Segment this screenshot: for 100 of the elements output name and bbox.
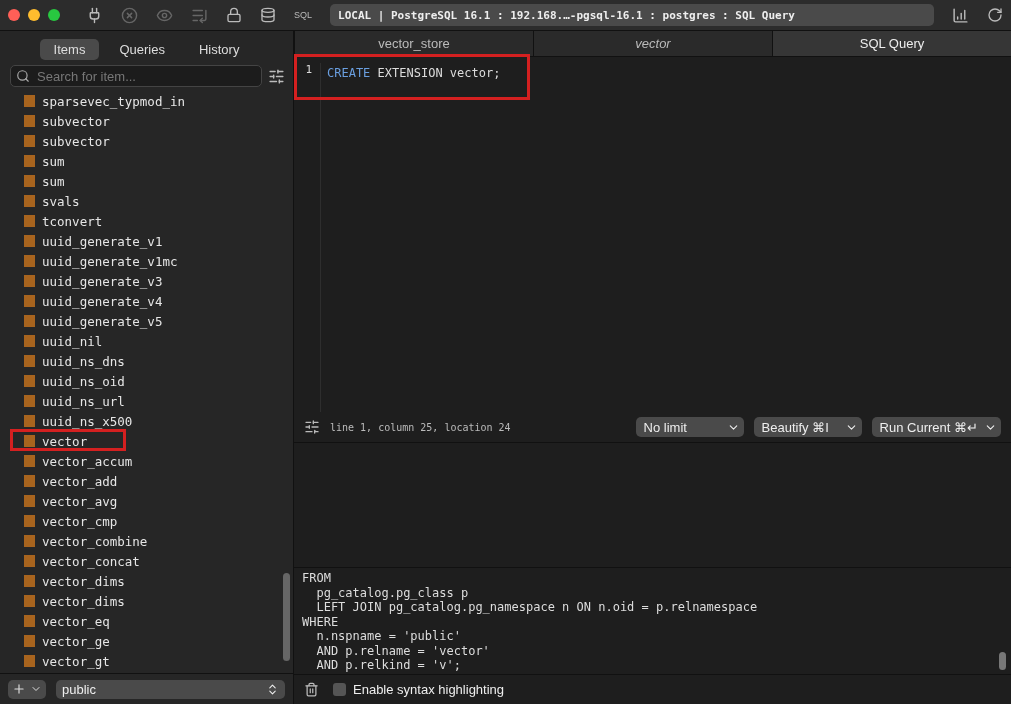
function-icon [24, 575, 35, 587]
function-item[interactable]: sum [10, 171, 281, 191]
function-item[interactable]: vector_gt [10, 651, 281, 671]
function-item[interactable]: vector_dims [10, 571, 281, 591]
trash-icon[interactable] [304, 682, 319, 697]
function-icon [24, 255, 35, 267]
function-item[interactable]: uuid_generate_v1 [10, 231, 281, 251]
function-icon [24, 335, 35, 347]
function-icon [24, 275, 35, 287]
line-number: 1 [304, 63, 313, 78]
function-icon [24, 595, 35, 607]
function-item[interactable]: uuid_nil [10, 331, 281, 351]
refresh-icon[interactable] [987, 7, 1003, 23]
function-icon [24, 435, 35, 447]
function-icon [24, 355, 35, 367]
function-icon [24, 295, 35, 307]
sql-label[interactable]: SQL [294, 10, 312, 20]
function-icon [24, 215, 35, 227]
function-icon [24, 415, 35, 427]
function-item[interactable]: uuid_ns_x500 [10, 411, 281, 431]
function-item[interactable]: uuid_ns_oid [10, 371, 281, 391]
log-line: LEFT JOIN pg_catalog.pg_namespace n ON n.oid = p.relnamespace [315, 600, 759, 615]
scrollbar-thumb[interactable] [283, 573, 290, 661]
function-item[interactable]: subvector [10, 111, 281, 131]
function-icon [24, 375, 35, 387]
function-item[interactable]: uuid_generate_v1mc [10, 251, 281, 271]
function-item[interactable]: vector [10, 431, 281, 451]
chart-icon[interactable] [952, 6, 969, 24]
connection-title: LOCAL | PostgreSQL 16.1 : 192.168.…-pgsql-16.1 : postgres : SQL Query [330, 4, 934, 26]
function-item[interactable]: vector_cmp [10, 511, 281, 531]
function-icon [24, 455, 35, 467]
function-icon [24, 555, 35, 567]
search-input[interactable]: Search for item... [35, 67, 256, 85]
syntax-highlighting-checkbox[interactable]: Enable syntax highlighting [333, 682, 505, 697]
log-line: WHERE [302, 614, 340, 629]
function-icon [24, 195, 35, 207]
close-button[interactable] [8, 9, 20, 21]
schema-select[interactable]: public [56, 679, 285, 699]
function-item[interactable]: subvector [10, 131, 281, 151]
sidebar-tab[interactable]: Items [39, 39, 100, 60]
function-icon [24, 635, 35, 647]
function-icon [24, 495, 35, 507]
function-icon [24, 235, 35, 247]
minimize-button[interactable] [28, 9, 40, 21]
log-line: AND p.relname = 'vector' [315, 643, 491, 658]
editor-tab[interactable]: vector [533, 31, 772, 57]
close-icon[interactable] [121, 6, 138, 24]
function-icon [24, 475, 35, 487]
function-item[interactable]: uuid_generate_v3 [10, 271, 281, 291]
query-button[interactable]: Beautify ⌘I [753, 417, 862, 437]
lock-icon[interactable] [226, 7, 242, 23]
function-item[interactable]: tconvert [10, 211, 281, 231]
search-field[interactable]: Search for item... [10, 65, 262, 87]
cursor-position: line 1, column 25, location 24 [330, 421, 512, 433]
function-icon [24, 135, 35, 147]
function-item[interactable]: vector_avg [10, 491, 281, 511]
scrollbar-thumb[interactable] [999, 652, 1006, 670]
function-item[interactable]: uuid_ns_dns [10, 351, 281, 371]
function-item[interactable]: vector_accum [10, 451, 281, 471]
function-item[interactable]: vector_dims [10, 591, 281, 611]
query-button[interactable]: No limit [635, 417, 744, 437]
log-line: n.nspname = 'public' [315, 629, 462, 644]
search-icon[interactable] [16, 69, 30, 83]
function-item[interactable]: uuid_ns_url [10, 391, 281, 411]
function-icon [24, 155, 35, 167]
function-icon [24, 95, 35, 107]
editor-tab[interactable]: SQL Query [772, 31, 1011, 57]
code-line: CREATE EXTENSION vector; [327, 66, 501, 82]
up-down-chevron-icon [266, 682, 279, 696]
function-item[interactable]: sparsevec_typmod_in [10, 91, 281, 111]
log-line: FROM [302, 571, 332, 586]
function-icon [24, 655, 35, 667]
sidebar-tab[interactable]: Queries [105, 39, 179, 60]
function-icon [24, 395, 35, 407]
function-item[interactable]: vector_combine [10, 531, 281, 551]
sidebar-tab[interactable]: History [184, 39, 254, 60]
function-icon [24, 115, 35, 127]
function-icon [24, 315, 35, 327]
function-item[interactable]: uuid_generate_v4 [10, 291, 281, 311]
function-icon [24, 175, 35, 187]
function-icon [24, 615, 35, 627]
add-button[interactable] [8, 679, 46, 699]
function-item[interactable]: svals [10, 191, 281, 211]
zoom-button[interactable] [48, 9, 60, 21]
log-line: AND p.relkind = 'v'; [315, 658, 462, 673]
function-item[interactable]: vector_ge [10, 631, 281, 651]
function-item[interactable]: sum [10, 151, 281, 171]
function-icon [24, 515, 35, 527]
database-icon[interactable] [260, 7, 276, 23]
plus-icon [12, 682, 26, 696]
function-item[interactable]: vector_concat [10, 551, 281, 571]
function-item[interactable]: vector_add [10, 471, 281, 491]
settings-icon[interactable] [304, 419, 320, 435]
editor-tab[interactable]: vector_store [294, 31, 533, 57]
query-button[interactable]: Run Current ⌘↵ [871, 417, 1001, 437]
function-item[interactable]: uuid_generate_v5 [10, 311, 281, 331]
filter-icon[interactable] [268, 67, 285, 85]
function-item[interactable]: vector_eq [10, 611, 281, 631]
log-line: pg_catalog.pg_class p [315, 585, 470, 600]
function-icon [24, 535, 35, 547]
